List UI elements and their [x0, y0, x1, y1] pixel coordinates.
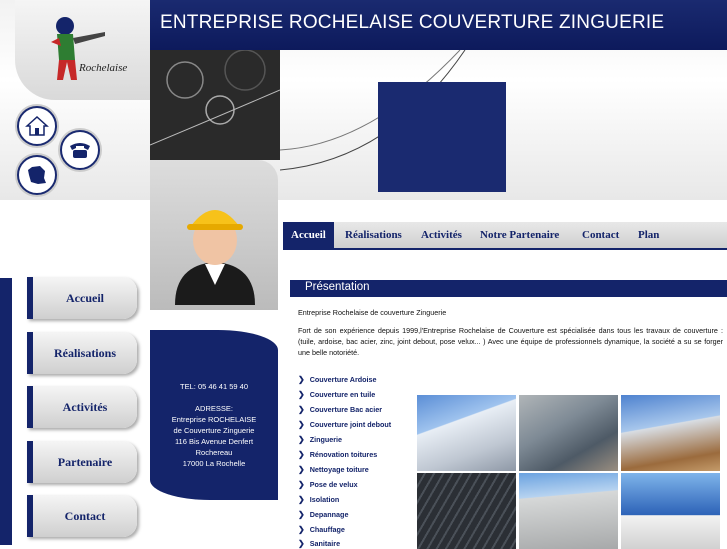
decor-dark-panel — [149, 49, 281, 160]
chevron-right-icon: ❯ — [298, 405, 305, 414]
side-nav-contact[interactable]: Contact — [27, 495, 137, 537]
worker-panel — [150, 160, 278, 310]
photo-roof-5 — [519, 473, 618, 549]
photo-roof-1 — [417, 395, 516, 471]
top-nav: Accueil Réalisations Activités Notre Par… — [283, 222, 727, 250]
chevron-right-icon: ❯ — [298, 465, 305, 474]
chevron-right-icon: ❯ — [298, 375, 305, 384]
decor-blue-card — [378, 82, 506, 192]
chevron-right-icon: ❯ — [298, 495, 305, 504]
chevron-right-icon: ❯ — [298, 435, 305, 444]
logo[interactable]: Rochelaise — [15, 0, 150, 100]
service-link-isolation[interactable]: ❯ Isolation — [298, 495, 339, 504]
service-link-ardoise[interactable]: ❯ Couverture Ardoise — [298, 375, 377, 384]
service-link-bac-acier[interactable]: ❯ Couverture Bac acier — [298, 405, 382, 414]
service-link-zinguerie[interactable]: ❯ Zinguerie — [298, 435, 342, 444]
side-nav-realisations[interactable]: Réalisations — [27, 332, 137, 374]
chevron-right-icon: ❯ — [298, 525, 305, 534]
contact-address-line: 116 Bis Avenue Denfert — [174, 437, 254, 446]
contact-address-line: 17000 La Rochelle — [182, 459, 246, 468]
chevron-right-icon: ❯ — [298, 390, 305, 399]
service-link-renovation[interactable]: ❯ Rénovation toitures — [298, 450, 377, 459]
service-link-depannage[interactable]: ❯ Depannage — [298, 510, 348, 519]
logo-text: Rochelaise — [79, 62, 128, 74]
tab-notre-partenaire[interactable]: Notre Partenaire — [480, 222, 559, 248]
chevron-right-icon: ❯ — [298, 539, 305, 548]
section-title: Présentation — [305, 281, 370, 293]
service-link-nettoyage[interactable]: ❯ Nettoyage toiture — [298, 465, 369, 474]
chevron-right-icon: ❯ — [298, 510, 305, 519]
service-link-chauffage[interactable]: ❯ Chauffage — [298, 525, 345, 534]
left-strip — [0, 278, 12, 545]
chevron-right-icon: ❯ — [298, 450, 305, 459]
tab-activites[interactable]: Activités — [421, 222, 462, 248]
service-link-tuile[interactable]: ❯ Couverture en tuile — [298, 390, 375, 399]
tab-plan[interactable]: Plan — [638, 222, 659, 248]
tab-accueil[interactable]: Accueil — [283, 222, 334, 248]
decor-circles — [149, 49, 281, 146]
photo-roof-6 — [621, 473, 720, 549]
chevron-right-icon: ❯ — [298, 480, 305, 489]
tab-realisations[interactable]: Réalisations — [345, 222, 402, 248]
contact-address-line: Entreprise ROCHELAISE — [171, 415, 257, 424]
contact-address-label: ADRESSE: — [195, 404, 233, 413]
phone-icon[interactable] — [60, 130, 100, 170]
tab-contact[interactable]: Contact — [582, 222, 619, 248]
worker-icon — [175, 210, 255, 305]
side-nav-activites[interactable]: Activités — [27, 386, 137, 428]
service-link-joint-debout[interactable]: ❯ Couverture joint debout — [298, 420, 391, 429]
contact-panel: TEL: 05 46 41 59 40 ADRESSE: Entreprise … — [150, 330, 278, 500]
photo-roof-3 — [621, 395, 720, 471]
presentation-paragraph: Fort de son expérience depuis 1999,l'Ent… — [298, 326, 723, 357]
photo-roof-2 — [519, 395, 618, 471]
service-link-velux[interactable]: ❯ Pose de velux — [298, 480, 358, 489]
contact-address-line: Rochereau — [195, 448, 233, 457]
site-title: ENTREPRISE ROCHELAISE COUVERTURE ZINGUER… — [160, 12, 665, 33]
chevron-right-icon: ❯ — [298, 420, 305, 429]
contact-address-line: de Couverture Zinguerie — [173, 426, 255, 435]
france-map-icon[interactable] — [17, 155, 57, 195]
intro-text: Entreprise Rochelaise de couverture Zing… — [298, 308, 447, 317]
service-link-sanitaire[interactable]: ❯ Sanitaire — [298, 539, 340, 548]
contact-tel: TEL: 05 46 41 59 40 — [180, 382, 248, 391]
side-nav-accueil[interactable]: Accueil — [27, 277, 137, 319]
home-icon[interactable] — [17, 106, 57, 146]
photo-roof-4 — [417, 473, 516, 549]
side-nav-partenaire[interactable]: Partenaire — [27, 441, 137, 483]
